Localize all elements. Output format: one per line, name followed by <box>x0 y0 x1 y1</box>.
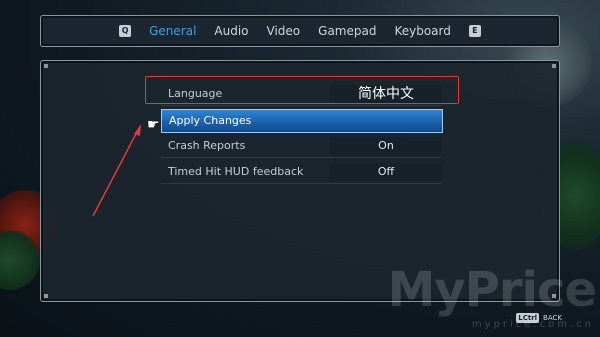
tab-video[interactable]: Video <box>258 24 310 38</box>
tab-general[interactable]: General <box>140 24 205 38</box>
watermark-url: myprice.com.cn <box>471 319 594 330</box>
panel-corner <box>44 64 48 68</box>
prev-tab-key[interactable]: Q <box>119 25 132 37</box>
apply-changes-label: Apply Changes <box>169 114 252 127</box>
watermark-title: MyPrice <box>387 262 597 318</box>
crash-reports-value[interactable]: On <box>330 137 442 155</box>
next-tab-key[interactable]: E <box>468 25 481 37</box>
annotation-highlight-box <box>145 76 459 104</box>
tab-gamepad[interactable]: Gamepad <box>309 24 385 38</box>
hud-feedback-value[interactable]: Off <box>330 163 442 181</box>
setting-row-crash-reports[interactable]: Crash Reports On <box>161 135 442 158</box>
pointing-hand-cursor-icon: ☛ <box>147 117 160 133</box>
crash-reports-label: Crash Reports <box>168 139 246 152</box>
panel-corner <box>44 294 48 298</box>
settings-tab-bar: Q General Audio Video Gamepad Keyboard E <box>40 15 560 47</box>
tab-keyboard[interactable]: Keyboard <box>385 24 459 38</box>
tab-audio[interactable]: Audio <box>205 24 257 38</box>
setting-row-hud-feedback[interactable]: Timed Hit HUD feedback Off <box>161 161 442 184</box>
hud-feedback-label: Timed Hit HUD feedback <box>168 165 304 178</box>
panel-corner <box>552 64 556 68</box>
apply-changes-button[interactable]: Apply Changes <box>161 109 443 133</box>
